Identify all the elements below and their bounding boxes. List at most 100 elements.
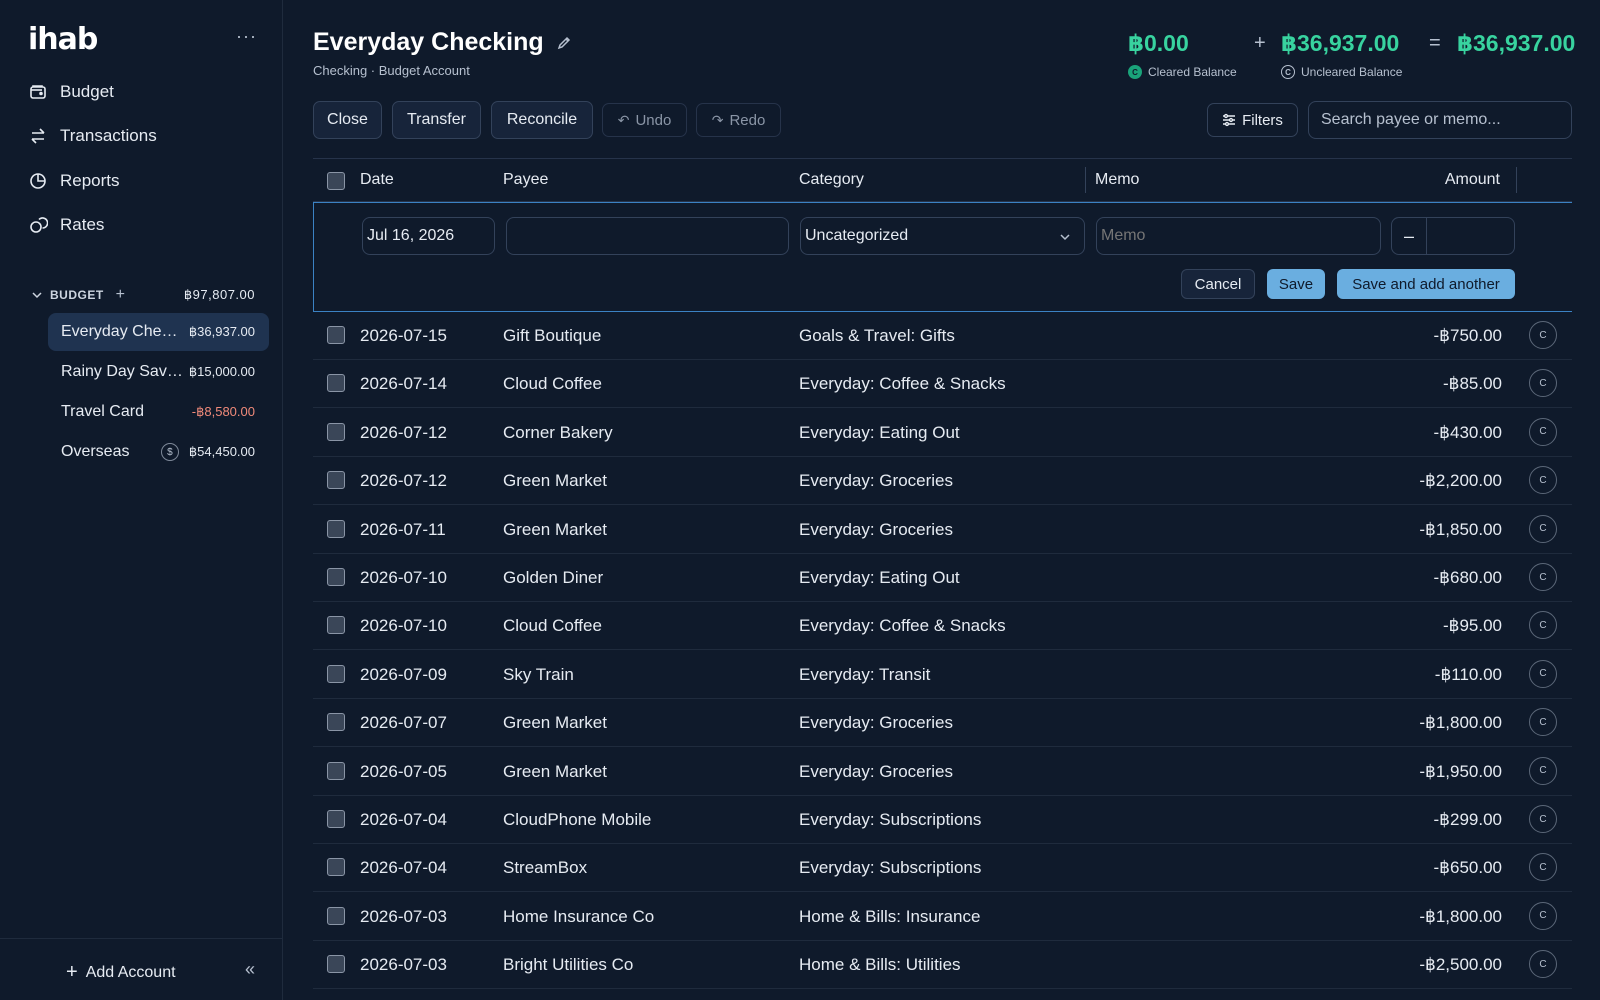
filters-button[interactable]: Filters [1207, 103, 1298, 137]
close-button[interactable]: Close [313, 101, 382, 139]
chevron-down-icon [32, 292, 42, 299]
account-rainy-day-savings[interactable]: Rainy Day Savings ฿15,000.00 [48, 353, 269, 391]
cleared-toggle[interactable]: C [1529, 369, 1557, 398]
row-checkbox[interactable] [327, 519, 345, 538]
row-checkbox[interactable] [327, 616, 345, 635]
row-checkbox[interactable] [327, 374, 345, 393]
txn-amount: -฿2,200.00 [1419, 471, 1502, 491]
txn-amount: -฿1,950.00 [1419, 761, 1502, 781]
row-checkbox[interactable] [327, 761, 345, 780]
add-account-button[interactable]: + Add Account [66, 961, 176, 984]
account-balance: ฿54,450.00 [188, 444, 255, 459]
undo-icon: ↶ [617, 111, 630, 128]
txn-payee: Corner Bakery [503, 422, 613, 442]
table-row[interactable]: 2026-07-12 Corner Bakery Everyday: Eating … [313, 409, 1572, 457]
date-input[interactable] [362, 217, 495, 255]
row-checkbox[interactable] [327, 422, 345, 441]
edit-icon[interactable] [556, 35, 572, 51]
amount-field[interactable]: – [1391, 217, 1515, 255]
row-checkbox[interactable] [327, 713, 345, 732]
cleared-toggle[interactable]: C [1529, 805, 1557, 833]
undo-button[interactable]: ↶ Undo [602, 103, 687, 137]
budget-group-header[interactable]: BUDGET + ฿97,807.00 [30, 286, 255, 304]
txn-category: Everyday: Eating Out [799, 568, 960, 587]
cleared-toggle[interactable]: C [1529, 756, 1557, 785]
txn-payee: Bright Utilities Co [503, 955, 634, 975]
account-travel-card[interactable]: Travel Card -฿8,580.00 [48, 393, 269, 431]
add-account-plus-icon[interactable]: + [116, 286, 126, 304]
cleared-toggle[interactable]: C [1529, 708, 1557, 737]
column-payee[interactable]: Payee [503, 171, 548, 189]
txn-amount: -฿1,850.00 [1419, 519, 1502, 539]
cleared-toggle[interactable]: C [1529, 466, 1557, 495]
app-logo[interactable]: ihab [28, 22, 98, 57]
cleared-toggle[interactable]: C [1529, 321, 1557, 349]
cleared-toggle[interactable]: C [1529, 659, 1557, 688]
column-category[interactable]: Category [799, 171, 864, 189]
cancel-button[interactable]: Cancel [1181, 269, 1255, 299]
table-row[interactable]: 2026-07-10 Cloud Coffee Everyday: Coffee &… [313, 602, 1572, 651]
account-everyday-checking[interactable]: Everyday Checking ฿36,937.00 [48, 313, 269, 351]
nav-transactions[interactable]: Transactions [28, 121, 157, 151]
row-checkbox[interactable] [327, 664, 345, 683]
search-input[interactable] [1308, 101, 1572, 139]
table-row[interactable]: 2026-07-14 Cloud Coffee Everyday: Coffee &… [313, 360, 1572, 409]
row-checkbox[interactable] [327, 906, 345, 925]
table-row[interactable]: 2026-07-03 Bright Utilities Co Home & Bill… [313, 941, 1572, 990]
save-and-add-another-button[interactable]: Save and add another [1337, 269, 1515, 299]
sign-toggle-button[interactable]: – [1392, 218, 1427, 254]
account-overseas[interactable]: Overseas $ ฿54,450.00 [48, 433, 269, 471]
redo-label: Redo [729, 111, 766, 129]
collapse-sidebar-icon[interactable]: « [245, 959, 255, 980]
sidebar-footer: + Add Account « [0, 938, 283, 1000]
column-date[interactable]: Date [360, 171, 394, 189]
filters-label: Filters [1242, 111, 1283, 129]
row-checkbox[interactable] [327, 568, 345, 586]
reconcile-button[interactable]: Reconcile [491, 101, 593, 139]
nav-reports[interactable]: Reports [28, 166, 120, 196]
more-options-icon[interactable]: ··· [236, 26, 257, 47]
txn-category: Everyday: Groceries [799, 713, 953, 733]
table-row[interactable]: 2026-07-07 Green Market Everyday: Grocerie… [313, 699, 1572, 748]
column-amount[interactable]: Amount [1445, 171, 1500, 189]
category-select[interactable]: Uncategorized [800, 217, 1085, 255]
cleared-toggle[interactable]: C [1529, 563, 1557, 591]
cleared-toggle[interactable]: C [1529, 514, 1557, 543]
table-row[interactable]: 2026-07-10 Golden Diner Everyday: Eating O… [313, 554, 1572, 602]
uncleared-balance-label: C Uncleared Balance [1281, 65, 1402, 79]
cleared-toggle[interactable]: C [1529, 853, 1557, 882]
cleared-toggle[interactable]: C [1529, 901, 1557, 930]
cleared-toggle[interactable]: C [1529, 611, 1557, 640]
cleared-toggle[interactable]: C [1529, 417, 1557, 446]
table-row[interactable]: 2026-07-11 Green Market Everyday: Grocerie… [313, 506, 1572, 554]
txn-amount: -฿750.00 [1433, 326, 1502, 345]
txn-category: Everyday: Groceries [799, 519, 953, 539]
table-row[interactable]: 2026-07-05 Green Market Everyday: Grocerie… [313, 748, 1572, 796]
table-row[interactable]: 2026-07-15 Gift Boutique Goals & Travel: G… [313, 312, 1572, 360]
select-all-checkbox[interactable] [327, 172, 345, 190]
transfer-button[interactable]: Transfer [392, 101, 481, 139]
memo-input[interactable] [1096, 217, 1381, 255]
nav-rates[interactable]: Rates [28, 210, 104, 240]
nav-budget[interactable]: Budget [28, 77, 114, 107]
txn-date: 2026-07-14 [360, 374, 447, 394]
row-checkbox[interactable] [327, 326, 345, 344]
txn-payee: Home Insurance Co [503, 906, 655, 926]
row-checkbox[interactable] [327, 471, 345, 490]
table-row[interactable]: 2026-07-12 Green Market Everyday: Grocerie… [313, 457, 1572, 506]
row-checkbox[interactable] [327, 858, 345, 877]
table-row[interactable]: 2026-07-04 CloudPhone Mobile Everyday: Sub… [313, 796, 1572, 844]
account-name: Rainy Day Savings [61, 363, 183, 380]
payee-input[interactable] [506, 217, 789, 255]
table-row[interactable]: 2026-07-09 Sky Train Everyday: Transit -฿11… [313, 651, 1572, 699]
save-button[interactable]: Save [1267, 269, 1325, 299]
column-memo[interactable]: Memo [1095, 171, 1139, 189]
cleared-toggle[interactable]: C [1529, 950, 1557, 979]
row-checkbox[interactable] [327, 955, 345, 974]
row-checkbox[interactable] [327, 810, 345, 828]
redo-button[interactable]: ↷ Redo [696, 103, 781, 137]
sliders-icon [1223, 113, 1236, 127]
table-row[interactable]: 2026-07-03 Home Insurance Co Home & Bills:… [313, 893, 1572, 941]
table-row[interactable]: 2026-07-04 StreamBox Everyday: Subscriptio… [313, 844, 1572, 893]
undo-label: Undo [635, 111, 672, 129]
